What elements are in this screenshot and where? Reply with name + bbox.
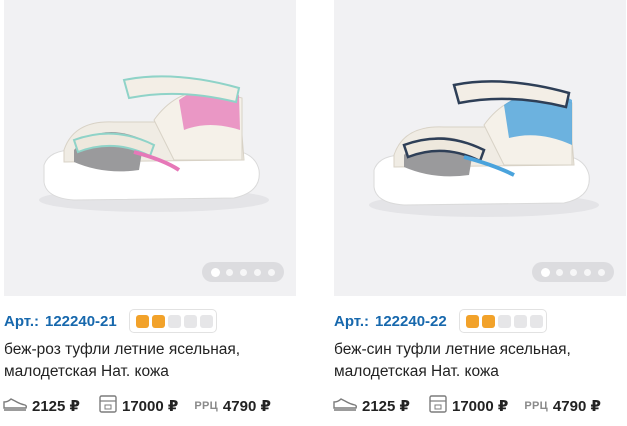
article-row: Арт.: 122240-21 <box>4 308 217 334</box>
rrc-price: 4790 ₽ <box>552 398 601 415</box>
product-card-1[interactable]: Арт.: 122240-21 беж-роз туфли летние ясе… <box>0 0 296 426</box>
article-number[interactable]: 122240-22 <box>375 313 447 330</box>
image-dot[interactable] <box>239 268 247 276</box>
rating-square <box>135 314 149 328</box>
rating-badge <box>458 309 547 333</box>
image-dot[interactable] <box>569 268 577 276</box>
shoe-icon <box>2 396 28 417</box>
product-card-2[interactable]: Арт.: 122240-22 беж-син туфли летние ясе… <box>330 0 626 426</box>
image-dot[interactable] <box>597 268 605 276</box>
rrc-price: 4790 ₽ <box>222 398 271 415</box>
box-price: 17000 ₽ <box>451 398 509 415</box>
shoe-icon <box>332 396 358 417</box>
product-title[interactable]: беж-син туфли летние ясельная, малодетск… <box>334 339 624 383</box>
box-icon <box>98 394 118 419</box>
image-pagination <box>202 262 284 282</box>
product-image[interactable] <box>334 0 626 296</box>
box-icon <box>428 394 448 419</box>
image-dot[interactable] <box>267 268 275 276</box>
rating-badge <box>128 309 217 333</box>
rating-square <box>465 314 479 328</box>
price-row: 2125 ₽ 17000 ₽ РРЦ 4790 ₽ <box>2 393 271 419</box>
rating-square <box>167 314 181 328</box>
article-label: Арт.: <box>334 312 369 330</box>
image-dot[interactable] <box>555 268 563 276</box>
rrc-label: РРЦ <box>524 400 548 412</box>
image-dot[interactable] <box>211 268 219 276</box>
rating-square <box>151 314 165 328</box>
rrc-label: РРЦ <box>194 400 218 412</box>
box-price: 17000 ₽ <box>121 398 179 415</box>
pair-price: 2125 ₽ <box>32 398 80 415</box>
product-title[interactable]: беж-роз туфли летние ясельная, малодетск… <box>4 339 294 383</box>
image-pagination <box>532 262 614 282</box>
article-label: Арт.: <box>4 312 39 330</box>
price-row: 2125 ₽ 17000 ₽ РРЦ 4790 ₽ <box>332 393 601 419</box>
rating-square <box>481 314 495 328</box>
rating-square <box>497 314 511 328</box>
rating-square <box>199 314 213 328</box>
sandal-illustration <box>369 80 599 217</box>
sandal-illustration <box>39 75 269 212</box>
pair-price: 2125 ₽ <box>362 398 410 415</box>
rating-square <box>529 314 543 328</box>
image-dot[interactable] <box>225 268 233 276</box>
rating-square <box>183 314 197 328</box>
rating-square <box>513 314 527 328</box>
article-number[interactable]: 122240-21 <box>45 313 117 330</box>
image-dot[interactable] <box>583 268 591 276</box>
article-row: Арт.: 122240-22 <box>334 308 547 334</box>
image-dot[interactable] <box>541 268 549 276</box>
product-image[interactable] <box>4 0 296 296</box>
image-dot[interactable] <box>253 268 261 276</box>
